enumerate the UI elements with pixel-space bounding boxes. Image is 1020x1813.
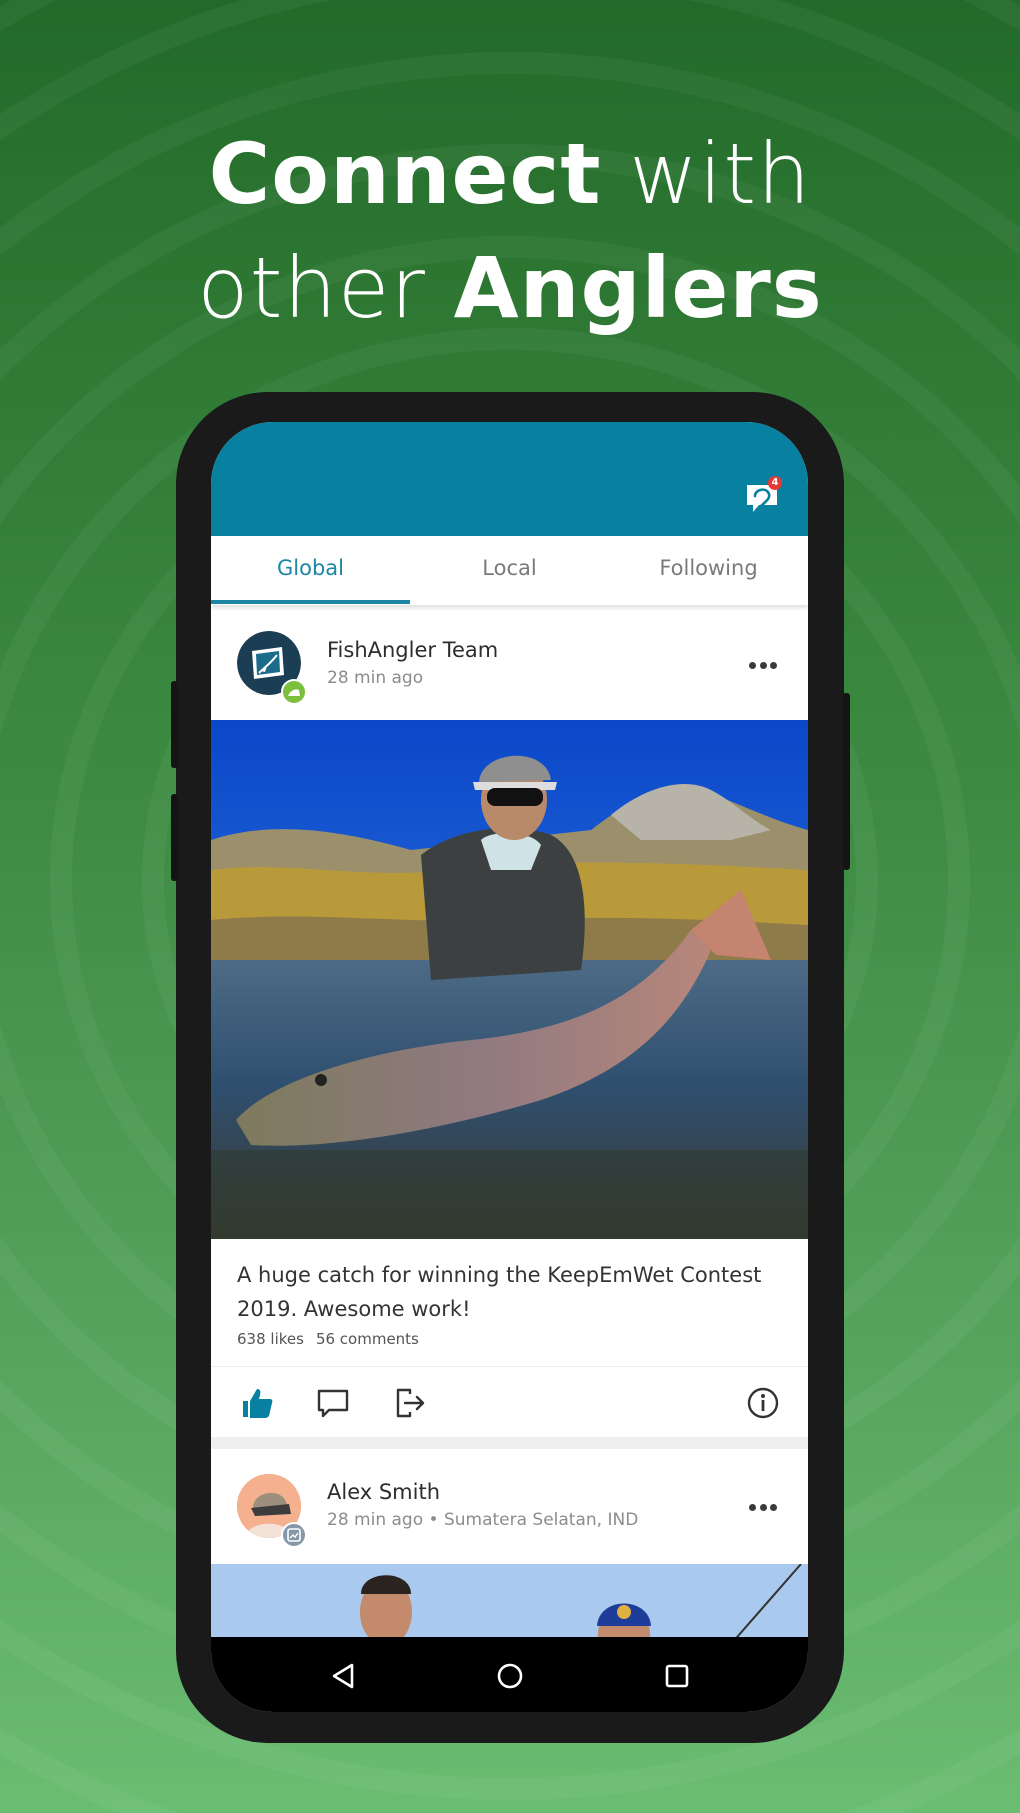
post-time-location: 28 min ago • Sumatera Selatan, IND	[327, 1510, 639, 1530]
feed-tabs: Global Local Following	[211, 536, 808, 605]
info-icon[interactable]	[745, 1385, 781, 1421]
post-caption: A huge catch for winning the KeepEmWet C…	[237, 1263, 762, 1321]
android-nav-bar	[211, 1637, 808, 1712]
more-horizontal-icon[interactable]	[749, 1502, 777, 1512]
volume-up-button	[171, 681, 178, 768]
headline-anglers: Anglers	[453, 239, 823, 337]
likes-count[interactable]: 638 likes	[237, 1330, 304, 1348]
post-time: 28 min ago	[327, 668, 424, 688]
post-photo[interactable]	[211, 1564, 808, 1644]
comments-count[interactable]: 56 comments	[316, 1330, 419, 1348]
thumbs-up-icon[interactable]	[239, 1385, 275, 1421]
angler-badge-icon	[281, 679, 307, 705]
headline-connect: Connect	[208, 125, 602, 223]
recents-square-icon[interactable]	[662, 1661, 692, 1691]
comment-icon[interactable]	[315, 1385, 351, 1421]
headline-other: other	[197, 239, 454, 337]
app-bar: 4	[211, 422, 808, 536]
boat-photo	[211, 1564, 808, 1644]
volume-down-button	[171, 794, 178, 881]
post-header: FishAngler Team 28 min ago	[211, 610, 808, 720]
more-horizontal-icon[interactable]	[749, 660, 777, 670]
post-author[interactable]: FishAngler Team	[327, 638, 498, 662]
post-photo[interactable]	[211, 720, 808, 1239]
post-header: Alex Smith 28 min ago • Sumatera Selatan…	[211, 1449, 808, 1563]
post-author[interactable]: Alex Smith	[327, 1480, 440, 1504]
headline-line-2: other Anglers	[0, 246, 1020, 330]
tab-following[interactable]: Following	[609, 536, 808, 605]
headline-line-1: Connect with	[0, 132, 1020, 216]
power-button	[843, 693, 850, 870]
share-icon[interactable]	[392, 1385, 428, 1421]
post-actions	[211, 1367, 808, 1437]
phone-screen: 4 Global Local Following FishAngler Team…	[211, 422, 808, 1712]
home-circle-icon[interactable]	[495, 1661, 525, 1691]
active-tab-indicator	[211, 600, 410, 604]
headline-with: with	[601, 125, 812, 223]
post-separator	[211, 1437, 808, 1449]
messages-badge: 4	[768, 476, 782, 490]
fish-catch-photo	[211, 720, 808, 1239]
photo-badge-icon	[281, 1522, 307, 1548]
tab-global[interactable]: Global	[211, 536, 410, 605]
post-stats: 638 likes 56 comments	[237, 1330, 431, 1348]
back-triangle-icon[interactable]	[328, 1661, 358, 1691]
tab-local[interactable]: Local	[410, 536, 609, 605]
